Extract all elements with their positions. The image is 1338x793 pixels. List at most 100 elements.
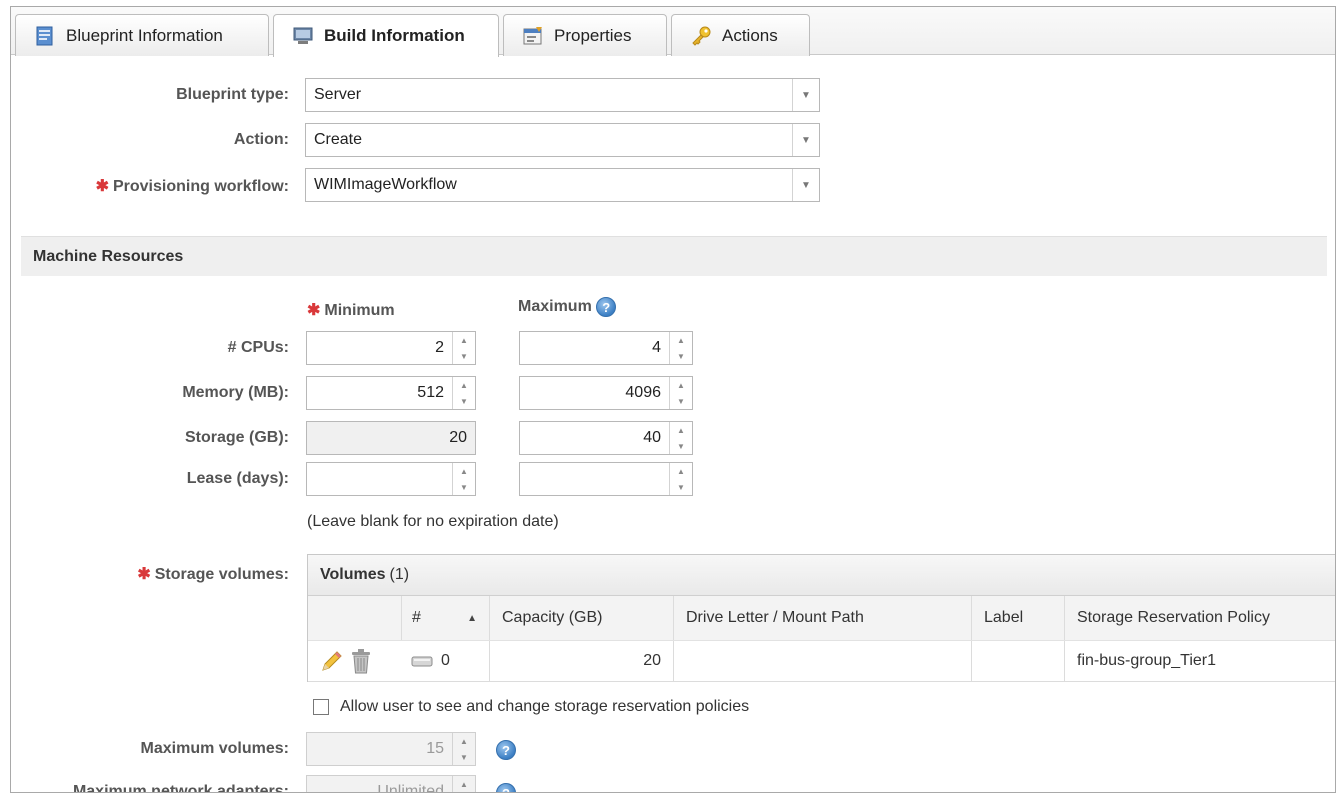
increment-icon[interactable]: ▲ xyxy=(670,422,692,438)
allow-change-label[interactable]: Allow user to see and change storage res… xyxy=(340,698,749,716)
lease-label: Lease (days): xyxy=(186,470,289,487)
table-row[interactable]: 0 20 fin-bus-group_Tier1 xyxy=(308,641,1335,682)
maximum-header: Maximum ? xyxy=(518,297,617,317)
maximum-network-adapters-value[interactable]: Unlimited xyxy=(307,776,452,792)
blueprint-icon xyxy=(36,26,53,45)
maximum-volumes-stepper[interactable]: 15 ▲ ▼ xyxy=(306,732,476,766)
decrement-icon[interactable]: ▼ xyxy=(453,393,475,409)
chevron-down-icon[interactable]: ▼ xyxy=(792,169,819,201)
required-asterisk-icon: ✱ xyxy=(95,178,109,195)
memory-max-stepper[interactable]: 4096 ▲ ▼ xyxy=(519,376,693,410)
machine-resources-header: Machine Resources xyxy=(21,236,1327,276)
increment-icon[interactable]: ▲ xyxy=(453,733,475,749)
maximum-volumes-value[interactable]: 15 xyxy=(307,733,452,765)
cpus-min-stepper[interactable]: 2 ▲ ▼ xyxy=(306,331,476,365)
storage-label: Storage (GB): xyxy=(185,429,289,446)
lease-min-stepper[interactable]: ▲ ▼ xyxy=(306,462,476,496)
increment-icon[interactable]: ▲ xyxy=(670,332,692,348)
minimum-header-text: Minimum xyxy=(324,302,395,319)
decrement-icon[interactable]: ▼ xyxy=(670,393,692,409)
mount-path-column-header[interactable]: Drive Letter / Mount Path xyxy=(673,596,971,640)
help-icon[interactable]: ? xyxy=(596,297,617,317)
decrement-icon[interactable]: ▼ xyxy=(670,348,692,364)
help-icon[interactable]: ? xyxy=(496,783,516,792)
increment-icon[interactable]: ▲ xyxy=(453,463,475,479)
storage-max-value[interactable]: 40 xyxy=(520,422,669,454)
capacity-column-header[interactable]: Capacity (GB) xyxy=(489,596,673,640)
blueprint-type-label: Blueprint type: xyxy=(176,86,289,103)
increment-icon[interactable]: ▲ xyxy=(453,377,475,393)
required-asterisk-icon: ✱ xyxy=(307,302,321,319)
increment-icon[interactable]: ▲ xyxy=(453,332,475,348)
increment-icon[interactable]: ▲ xyxy=(670,377,692,393)
tab-label: Blueprint Information xyxy=(66,25,223,45)
storage-max-stepper[interactable]: 40 ▲ ▼ xyxy=(519,421,693,455)
chevron-down-icon[interactable]: ▼ xyxy=(792,79,819,111)
sort-ascending-icon[interactable]: ▲ xyxy=(467,613,477,624)
volume-capacity: 20 xyxy=(643,652,661,669)
blueprint-type-select[interactable]: Server ▼ xyxy=(305,78,820,112)
properties-icon xyxy=(523,26,542,44)
provisioning-workflow-label: ✱ Provisioning workflow: xyxy=(31,176,289,196)
decrement-icon[interactable]: ▼ xyxy=(453,479,475,495)
capacity-column-text: Capacity (GB) xyxy=(502,609,603,626)
provisioning-workflow-select[interactable]: WIMImageWorkflow ▼ xyxy=(305,168,820,202)
tab-bar: Blueprint Information Build Information … xyxy=(11,7,1335,57)
row-label-cell xyxy=(971,641,1064,681)
index-column-header[interactable]: # ▲ xyxy=(401,596,489,640)
minimum-header: ✱ Minimum xyxy=(307,300,395,320)
volumes-column-headers: # ▲ Capacity (GB) Drive Letter / Mount P… xyxy=(308,596,1335,641)
tab-actions[interactable]: Actions xyxy=(671,14,810,56)
action-value: Create xyxy=(314,131,363,148)
memory-max-value[interactable]: 4096 xyxy=(520,377,669,409)
cpus-max-stepper[interactable]: 4 ▲ ▼ xyxy=(519,331,693,365)
label-column-header[interactable]: Label xyxy=(971,596,1064,640)
cpus-max-value[interactable]: 4 xyxy=(520,332,669,364)
volumes-grid: Volumes (1) # ▲ Capacity (GB) Drive Lett… xyxy=(307,554,1335,682)
tab-label: Build Information xyxy=(324,26,465,45)
chevron-down-icon[interactable]: ▼ xyxy=(792,124,819,156)
lease-max-value[interactable] xyxy=(520,463,669,495)
edit-pencil-icon[interactable] xyxy=(320,649,344,673)
help-icon[interactable]: ? xyxy=(496,740,516,760)
decrement-icon[interactable]: ▼ xyxy=(453,348,475,364)
volume-reservation-policy: fin-bus-group_Tier1 xyxy=(1077,652,1217,669)
cpus-min-value[interactable]: 2 xyxy=(307,332,452,364)
label-column-text: Label xyxy=(984,609,1024,626)
key-icon xyxy=(692,26,711,46)
lease-hint: (Leave blank for no expiration date) xyxy=(307,513,559,530)
maximum-network-adapters-stepper[interactable]: Unlimited ▲▼ xyxy=(306,775,476,792)
tab-label: Properties xyxy=(554,25,632,45)
row-capacity-cell: 20 xyxy=(489,641,673,681)
tab-blueprint-information[interactable]: Blueprint Information xyxy=(15,14,269,56)
maximum-header-text: Maximum xyxy=(518,298,592,316)
decrement-icon[interactable]: ▼ xyxy=(670,438,692,454)
mount-path-column-text: Drive Letter / Mount Path xyxy=(686,609,864,626)
volumes-grid-header: Volumes (1) xyxy=(308,555,1335,596)
server-icon xyxy=(293,27,313,44)
lease-max-stepper[interactable]: ▲ ▼ xyxy=(519,462,693,496)
tab-properties[interactable]: Properties xyxy=(503,14,667,56)
allow-change-checkbox[interactable] xyxy=(313,699,329,715)
decrement-icon[interactable]: ▼ xyxy=(453,749,475,765)
increment-icon[interactable]: ▲ xyxy=(453,776,475,792)
memory-min-stepper[interactable]: 512 ▲ ▼ xyxy=(306,376,476,410)
blueprint-type-value: Server xyxy=(314,86,362,103)
action-select[interactable]: Create ▼ xyxy=(305,123,820,157)
tab-build-information[interactable]: Build Information xyxy=(273,14,499,57)
provisioning-workflow-value: WIMImageWorkflow xyxy=(314,176,457,193)
cpus-label: # CPUs: xyxy=(227,339,289,356)
index-column-text: # xyxy=(412,609,421,626)
memory-min-value[interactable]: 512 xyxy=(307,377,452,409)
lease-min-value[interactable] xyxy=(307,463,452,495)
storage-min-field: 20 xyxy=(306,421,476,455)
disk-icon xyxy=(411,656,433,667)
row-mount-path-cell xyxy=(673,641,971,681)
reservation-policy-column-header[interactable]: Storage Reservation Policy xyxy=(1064,596,1335,640)
decrement-icon[interactable]: ▼ xyxy=(670,479,692,495)
volume-index: 0 xyxy=(441,652,450,669)
increment-icon[interactable]: ▲ xyxy=(670,463,692,479)
storage-volumes-text: Storage volumes: xyxy=(154,566,289,583)
delete-trash-icon[interactable] xyxy=(350,648,372,674)
volumes-title: Volumes xyxy=(320,566,386,583)
